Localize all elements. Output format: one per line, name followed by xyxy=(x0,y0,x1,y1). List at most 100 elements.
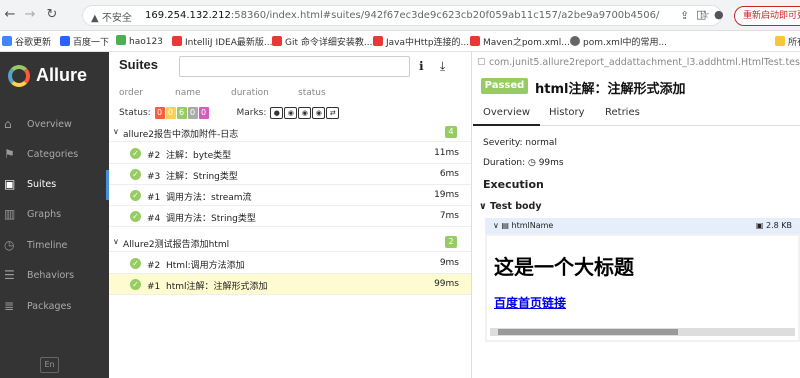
status-count-unknown[interactable]: 0 xyxy=(198,107,209,119)
sidebar-item-label: Behaviors xyxy=(27,270,75,281)
attachment-name: ∨ ▤ htmlName xyxy=(493,221,553,230)
table-row[interactable]: ✓ #3 注解：String类型 6ms xyxy=(109,164,471,185)
tab-overview[interactable]: Overview xyxy=(473,100,541,126)
chevron-down-icon: ∨ xyxy=(113,237,119,246)
new-broken-mark-icon[interactable]: ◉ xyxy=(312,107,326,119)
test-order: #3 xyxy=(147,172,161,182)
status-count-failed[interactable]: 0 xyxy=(154,107,165,119)
address-bar[interactable]: ▲ 不安全 169.254.132.212:58360/index.html#s… xyxy=(82,5,722,26)
forward-arrow-icon[interactable]: → xyxy=(22,7,38,23)
browser-toolbar: ← → ↻ ▲ 不安全 169.254.132.212:58360/index.… xyxy=(0,0,800,31)
sidebar-item-overview[interactable]: ⌂ Overview xyxy=(0,110,109,140)
test-title: 调用方法：String类型 xyxy=(166,214,256,224)
table-row[interactable]: ✓ #2 Html:调用方法添加 9ms xyxy=(109,253,471,274)
test-duration: 99ms xyxy=(434,279,459,289)
bookmark-label: 所有 xyxy=(788,38,800,48)
test-body-label: Test body xyxy=(490,201,542,212)
share-icon[interactable]: ⇪ xyxy=(680,9,689,22)
test-duration: 19ms xyxy=(434,190,459,200)
back-arrow-icon[interactable]: ← xyxy=(2,7,18,23)
bookmark-item[interactable]: 谷歌更新 xyxy=(2,35,51,48)
flag-icon: ⚑ xyxy=(4,147,15,161)
sidebar-item-packages[interactable]: ≣ Packages xyxy=(0,292,109,322)
bookmark-item[interactable]: hao123 xyxy=(116,35,163,47)
bookmark-folder[interactable]: 所有 xyxy=(775,35,800,48)
passed-check-icon: ✓ xyxy=(130,190,141,201)
html-link[interactable]: 百度首页链接 xyxy=(494,294,566,311)
table-row[interactable]: ✓ #2 注解：byte类型 11ms xyxy=(109,143,471,164)
passed-check-icon: ✓ xyxy=(130,148,141,159)
test-duration: 7ms xyxy=(439,211,459,221)
bar-chart-icon: ▥ xyxy=(4,207,16,221)
tab-retries[interactable]: Retries xyxy=(595,100,650,126)
info-icon[interactable]: ℹ xyxy=(419,59,424,73)
test-body-toggle[interactable]: ∨ Test body xyxy=(479,201,542,212)
save-icon[interactable]: ▣ xyxy=(756,221,766,230)
table-row[interactable]: ✓ #4 调用方法：String类型 7ms xyxy=(109,206,471,227)
test-title: html注解：注解形式添加 xyxy=(535,82,686,97)
status-count-broken[interactable]: 0 xyxy=(165,107,176,119)
table-row[interactable]: ✓ #1 调用方法：stream流 19ms xyxy=(109,185,471,206)
table-row-selected[interactable]: ✓ #1 html注解：注解形式添加 99ms xyxy=(109,274,471,295)
group-count-badge: 2 xyxy=(445,236,457,248)
search-input[interactable] xyxy=(179,56,410,77)
restart-update-button[interactable]: 重新启动即可更新 xyxy=(734,6,800,26)
sidebar-item-label: Overview xyxy=(27,119,72,130)
download-icon[interactable]: ⤓ xyxy=(440,59,445,74)
sort-order[interactable]: order xyxy=(119,88,143,98)
horizontal-scrollbar[interactable] xyxy=(490,328,795,336)
sort-duration[interactable]: duration xyxy=(231,88,269,98)
bookmark-item[interactable]: Maven之pom.xml... xyxy=(470,35,570,48)
tab-history[interactable]: History xyxy=(539,100,595,126)
bookmark-item[interactable]: pom.xml中的常用... xyxy=(570,35,667,48)
status-count-skipped[interactable]: 0 xyxy=(187,107,198,119)
sort-name[interactable]: name xyxy=(175,88,201,98)
sidebar-item-suites[interactable]: ▣ Suites xyxy=(0,170,109,200)
url-host: 169.254.132.212 xyxy=(145,10,231,21)
scrollbar-thumb[interactable] xyxy=(498,329,678,335)
sidebar-item-behaviors[interactable]: ☰ Behaviors xyxy=(0,261,109,291)
bookmark-item[interactable]: IntelliJ IDEA最新版... xyxy=(172,35,272,48)
sidebar-item-graphs[interactable]: ▥ Graphs xyxy=(0,200,109,230)
status-count-passed[interactable]: 6 xyxy=(176,107,187,119)
bookmark-item[interactable]: Git 命令详细安装教... xyxy=(272,35,372,48)
sidebar-toggle-icon[interactable]: ◫ xyxy=(696,8,706,21)
suites-panel: Suites ℹ ⤓ order name duration status St… xyxy=(109,52,472,378)
new-passed-mark-icon[interactable]: ◉ xyxy=(298,107,312,119)
test-order: #1 xyxy=(147,193,161,203)
test-name: #2 注解：byte类型 xyxy=(147,148,231,161)
sidebar-item-categories[interactable]: ⚑ Categories xyxy=(0,140,109,170)
marks-label: Marks: xyxy=(236,108,267,118)
passed-check-icon: ✓ xyxy=(130,169,141,180)
attachment-header[interactable]: ∨ ▤ htmlName ▣ 2.8 KB xyxy=(485,218,800,234)
retries-mark-icon[interactable]: ⇄ xyxy=(326,107,340,119)
attachment-size: ▣ 2.8 KB xyxy=(756,221,792,230)
duration: Duration: ◷ 99ms xyxy=(483,158,564,168)
new-failed-mark-icon[interactable]: ◉ xyxy=(284,107,298,119)
sort-status[interactable]: status xyxy=(298,88,326,98)
status-label: Status: xyxy=(119,108,151,118)
test-order: #4 xyxy=(147,214,161,224)
allure-logo[interactable]: Allure xyxy=(0,52,109,100)
reload-icon[interactable]: ↻ xyxy=(44,7,60,23)
list-icon: ☰ xyxy=(4,268,15,282)
language-switch[interactable]: En xyxy=(40,357,59,373)
sidebar-item-timeline[interactable]: ◷ Timeline xyxy=(0,231,109,261)
bookmark-label: 谷歌更新 xyxy=(15,38,52,48)
bookmark-item[interactable]: Java中Http连接的... xyxy=(373,35,469,48)
sidebar-item-label: Suites xyxy=(27,179,57,190)
bookmark-label: Maven之pom.xml... xyxy=(483,38,570,48)
chevron-down-icon: ∨ xyxy=(479,201,491,212)
bookmark-item[interactable]: 百度一下 xyxy=(60,35,109,48)
chevron-down-icon: ∨ xyxy=(113,127,119,136)
profile-icon[interactable]: ● xyxy=(714,8,724,21)
insecure-warning[interactable]: ▲ 不安全 xyxy=(91,9,132,24)
attachment-size-text: 2.8 KB xyxy=(766,221,792,230)
flaky-mark-icon[interactable]: ● xyxy=(270,107,284,119)
attachment-name-text: htmlName xyxy=(511,221,554,230)
bookmark-label: IntelliJ IDEA最新版... xyxy=(185,38,273,48)
detail-tabs: Overview History Retries xyxy=(473,100,800,126)
test-title: Html:调用方法添加 xyxy=(166,261,245,271)
suite-group[interactable]: ∨ Allure2测试报告添加html 2 xyxy=(109,233,471,252)
suite-group[interactable]: ∨ allure2报告中添加附件-日志 4 xyxy=(109,123,471,142)
